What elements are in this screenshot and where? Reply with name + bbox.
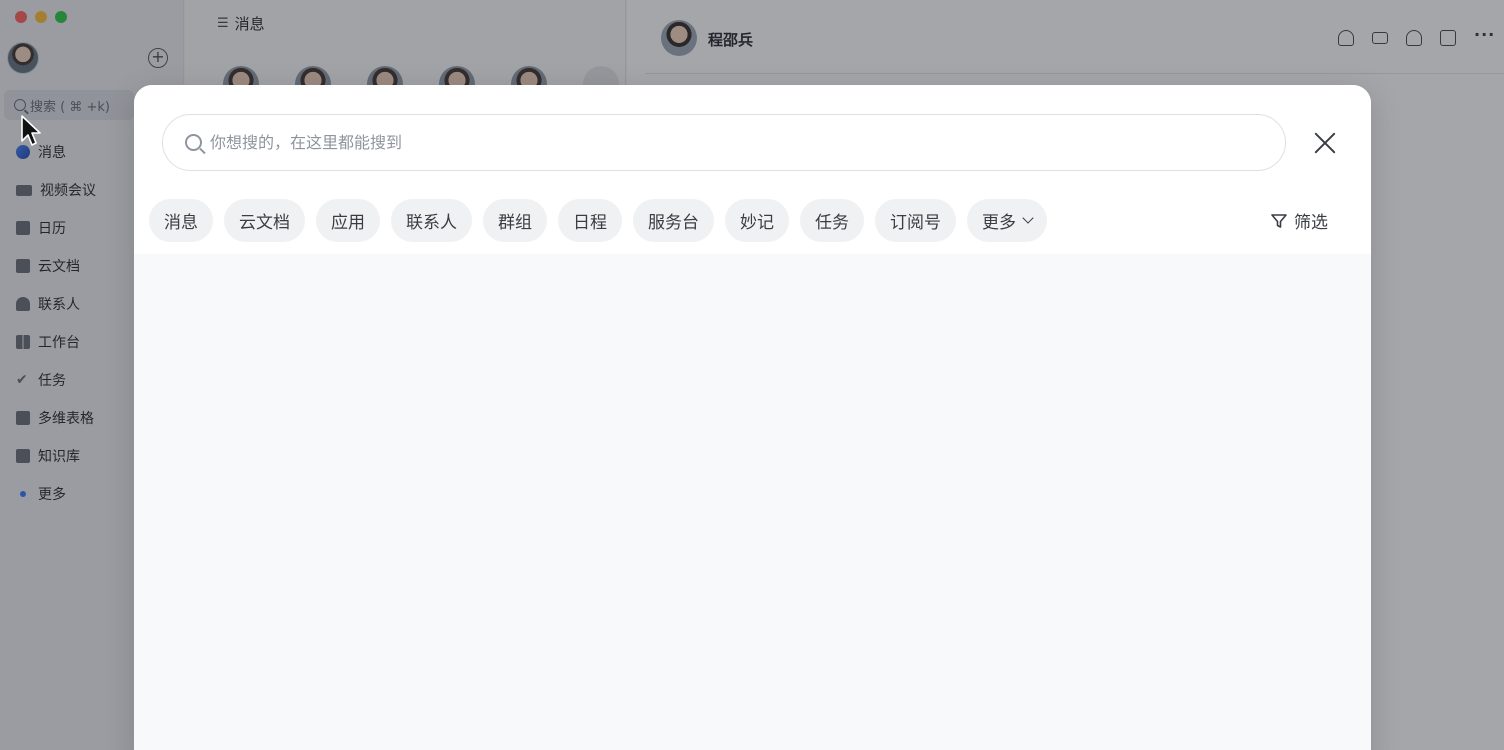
- search-input[interactable]: [210, 133, 1210, 152]
- filter-chip-tasks[interactable]: 任务: [800, 199, 864, 242]
- filter-chip-apps[interactable]: 应用: [316, 199, 380, 242]
- filter-chip-messages[interactable]: 消息: [149, 199, 213, 242]
- filter-chip-groups[interactable]: 群组: [483, 199, 547, 242]
- filter-chip-minutes[interactable]: 妙记: [725, 199, 789, 242]
- filter-chip-docs[interactable]: 云文档: [224, 199, 305, 242]
- close-icon[interactable]: [1312, 130, 1338, 156]
- search-category-filters: 消息 云文档 应用 联系人 群组 日程 服务台 妙记 任务 订阅号 更多: [149, 199, 1047, 242]
- more-filter-label: 更多: [982, 213, 1016, 233]
- search-icon: [185, 134, 202, 151]
- search-box[interactable]: [162, 114, 1286, 171]
- filter-chip-helpdesk[interactable]: 服务台: [633, 199, 714, 242]
- filter-chip-contacts[interactable]: 联系人: [391, 199, 472, 242]
- filter-button[interactable]: 筛选: [1271, 208, 1328, 233]
- filter-chip-events[interactable]: 日程: [558, 199, 622, 242]
- chevron-down-icon: [1022, 212, 1034, 224]
- filter-chip-more[interactable]: 更多: [967, 199, 1047, 242]
- search-modal: 消息 云文档 应用 联系人 群组 日程 服务台 妙记 任务 订阅号 更多 筛选: [134, 85, 1371, 750]
- mouse-cursor-icon: [21, 115, 41, 146]
- funnel-icon: [1271, 213, 1287, 229]
- filter-label: 筛选: [1294, 213, 1328, 233]
- search-results-area: [134, 254, 1371, 750]
- filter-chip-subscriptions[interactable]: 订阅号: [875, 199, 956, 242]
- search-modal-header: 消息 云文档 应用 联系人 群组 日程 服务台 妙记 任务 订阅号 更多 筛选: [134, 85, 1371, 254]
